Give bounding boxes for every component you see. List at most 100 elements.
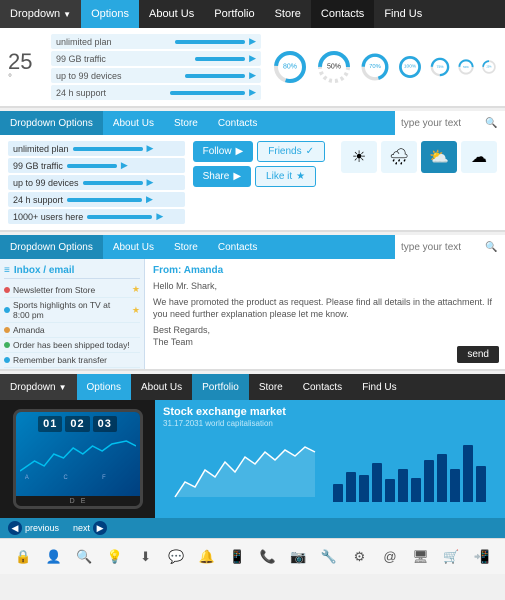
- n4-dropdown[interactable]: Dropdown ▼: [0, 374, 77, 400]
- at-icon[interactable]: @: [379, 546, 401, 568]
- search-input-3[interactable]: [401, 242, 481, 253]
- user-icon[interactable]: 👤: [43, 546, 65, 568]
- nav-options-1[interactable]: Options: [81, 0, 139, 28]
- stat-row-3: 24 h support ▶: [51, 85, 261, 100]
- search-box-2[interactable]: 🔍: [395, 111, 505, 135]
- nav-about-1[interactable]: About Us: [139, 0, 204, 28]
- n4-about[interactable]: About Us: [131, 374, 192, 400]
- stat-row-1: 99 GB traffic ▶: [51, 51, 261, 66]
- share-icon: ▶: [233, 171, 241, 182]
- share-button[interactable]: Share ▶: [193, 166, 251, 187]
- bar-6: [411, 478, 421, 502]
- email-item-1[interactable]: Sports highlights on TV at 8:00 pm ★: [4, 298, 140, 323]
- bulb-icon[interactable]: 💡: [104, 546, 126, 568]
- phone-icon[interactable]: 📞: [257, 546, 279, 568]
- bell-icon[interactable]: 🔔: [196, 546, 218, 568]
- bar-11: [476, 466, 486, 502]
- search-box-3[interactable]: 🔍: [395, 235, 505, 259]
- sn-contacts-3[interactable]: Contacts: [208, 235, 267, 259]
- btn-row-1: Follow ▶ Friends ✓: [193, 141, 325, 162]
- nav-findus-1[interactable]: Find Us: [374, 0, 432, 28]
- email-item-2[interactable]: Amanda: [4, 323, 140, 338]
- email-item-4[interactable]: Remember bank transfer: [4, 353, 140, 368]
- bar-2: [359, 475, 369, 502]
- bar-3: [372, 463, 382, 502]
- nav-portfolio-1[interactable]: Portfolio: [204, 0, 264, 28]
- n4-findus[interactable]: Find Us: [352, 374, 406, 400]
- download-icon[interactable]: ⬇: [135, 546, 157, 568]
- stat-icon-2: ▶: [249, 70, 256, 81]
- section4: Dropdown ▼ Options About Us Portfolio St…: [0, 374, 505, 538]
- follow-button[interactable]: Follow ▶: [193, 141, 254, 162]
- temperature-unit: °: [8, 73, 43, 84]
- likeit-icon: ★: [296, 171, 305, 182]
- weather-rain: 🌧: [381, 141, 417, 173]
- email-item-5[interactable]: Dinner with Paula ★: [4, 368, 140, 369]
- s2-bar-2: [83, 181, 143, 185]
- star-0: ★: [132, 284, 140, 295]
- sn-store-3[interactable]: Store: [164, 235, 208, 259]
- btn-row-2: Share ▶ Like it ★: [193, 166, 325, 187]
- temperature-value: 25: [8, 51, 43, 73]
- nav-store-1[interactable]: Store: [265, 0, 311, 28]
- tablet-counters: 01 02 03: [20, 416, 136, 432]
- email-dot-3: [4, 342, 10, 348]
- s2-bar-1: [67, 164, 117, 168]
- email-body-text: We have promoted the product as request.…: [153, 296, 497, 321]
- email-item-0[interactable]: Newsletter from Store ★: [4, 282, 140, 298]
- friends-button[interactable]: Friends ✓: [257, 141, 325, 162]
- tablet-icon[interactable]: 📲: [471, 546, 493, 568]
- likeit-button[interactable]: Like it ★: [255, 166, 316, 187]
- weather-box: ☀ 🌧 ⛅ ☁: [341, 141, 497, 173]
- circle-50: 50%: [315, 48, 353, 86]
- inbox-panel: ≡ Inbox / email Newsletter from Store ★ …: [0, 259, 145, 369]
- sn-contacts-2[interactable]: Contacts: [208, 111, 267, 135]
- s2-stats: unlimited plan ▶ 99 GB traffic ▶ up to 9…: [8, 141, 185, 224]
- n4-options[interactable]: Options: [77, 374, 131, 400]
- counter-3: 03: [93, 416, 117, 432]
- next-button[interactable]: next ▶: [73, 521, 107, 535]
- previous-button[interactable]: ◀ previous: [8, 521, 59, 535]
- n4-store[interactable]: Store: [249, 374, 293, 400]
- monitor-icon[interactable]: 🖥: [410, 546, 432, 568]
- stock-subtitle: 31.17.2031 world capitalisation: [163, 419, 497, 428]
- sn-store-2[interactable]: Store: [164, 111, 208, 135]
- follow-icon: ▶: [236, 146, 244, 157]
- svg-text:80%: 80%: [283, 64, 297, 71]
- email-content: From: Amanda Hello Mr. Shark, We have pr…: [145, 259, 505, 369]
- sn-about-3[interactable]: About Us: [103, 235, 164, 259]
- email-greeting: Hello Mr. Shark,: [153, 280, 497, 293]
- stat-bar-1: [195, 57, 245, 61]
- search-icon[interactable]: 🔍: [73, 546, 95, 568]
- camera-icon[interactable]: 📷: [287, 546, 309, 568]
- wrench-icon[interactable]: 🔧: [318, 546, 340, 568]
- n4-portfolio[interactable]: Portfolio: [192, 374, 249, 400]
- bar-10: [463, 445, 473, 502]
- svg-text:75%: 75%: [437, 65, 444, 69]
- lock-icon[interactable]: 🔒: [12, 546, 34, 568]
- stat-bar-2: [185, 74, 245, 78]
- email-dot-2: [4, 327, 10, 333]
- stat-row-2: up to 99 devices ▶: [51, 68, 261, 83]
- cart-icon[interactable]: 🛒: [440, 546, 462, 568]
- svg-text:70%: 70%: [369, 64, 382, 70]
- s2-stat-0: unlimited plan ▶: [8, 141, 185, 156]
- search-input-2[interactable]: [401, 118, 481, 129]
- send-button[interactable]: send: [457, 346, 499, 363]
- mobile-icon[interactable]: 📱: [226, 546, 248, 568]
- sn-about-2[interactable]: About Us: [103, 111, 164, 135]
- nav-dropdown-1[interactable]: Dropdown ▼: [0, 0, 81, 28]
- email-dot-4: [4, 357, 10, 363]
- chat-icon[interactable]: 💬: [165, 546, 187, 568]
- prev-arrow-icon: ◀: [8, 521, 22, 535]
- email-item-3[interactable]: Order has been shipped today!: [4, 338, 140, 353]
- sn-dropdown-3[interactable]: Dropdown Options: [0, 235, 103, 259]
- tablet-device-container: 01 02 03 A C F D E: [0, 400, 155, 518]
- n4-contacts[interactable]: Contacts: [293, 374, 352, 400]
- stat-icon-1: ▶: [249, 53, 256, 64]
- sn-dropdown-2[interactable]: Dropdown Options: [0, 111, 103, 135]
- stock-line-chart: [163, 442, 327, 502]
- gear-icon[interactable]: ⚙: [348, 546, 370, 568]
- bar-7: [424, 460, 434, 502]
- nav-contacts-1[interactable]: Contacts: [311, 0, 374, 28]
